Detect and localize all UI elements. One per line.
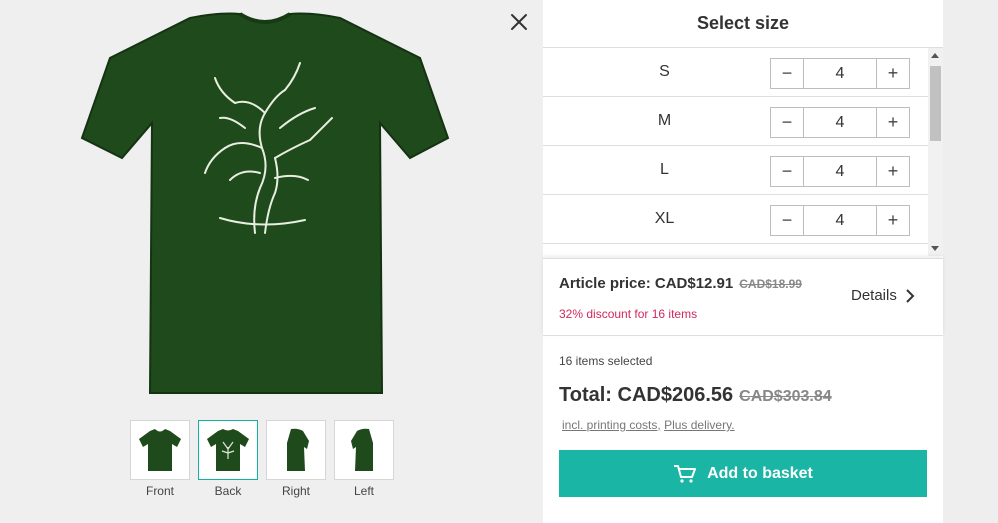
quantity-stepper: − 4 +	[770, 107, 910, 138]
thumbnail-list: Front Back Right Left	[130, 420, 394, 498]
thumbnail-left[interactable]: Left	[334, 420, 394, 498]
details-link[interactable]: Details	[851, 287, 915, 304]
decrease-button[interactable]: −	[771, 108, 803, 137]
quantity-input[interactable]: 4	[803, 157, 877, 186]
size-label: M	[657, 112, 672, 129]
thumbnail-label: Left	[353, 484, 374, 498]
product-preview: Front Back Right Left	[0, 0, 543, 523]
size-row-l: L − 4 +	[543, 146, 928, 195]
size-row-xl: XL − 4 +	[543, 195, 928, 244]
size-list: S − 4 + M − 4 + L − 4 + XL − 4 +	[543, 48, 928, 256]
thumbnail-front[interactable]: Front	[130, 420, 190, 498]
increase-button[interactable]: +	[877, 206, 909, 235]
size-row-m: M − 4 +	[543, 97, 928, 146]
article-price-value: Article price: CAD$12.91	[559, 275, 734, 292]
article-price: Article price: CAD$12.91 CAD$18.99	[559, 275, 802, 292]
quantity-input[interactable]: 4	[803, 108, 877, 137]
decrease-button[interactable]: −	[771, 59, 803, 88]
panel-title: Select size	[543, 0, 943, 48]
article-price-box: Article price: CAD$12.91 CAD$18.99 32% di…	[543, 258, 943, 336]
tshirt-side-icon	[351, 428, 373, 471]
increase-button[interactable]: +	[877, 157, 909, 186]
size-label: XL	[654, 210, 675, 227]
close-icon	[511, 14, 527, 30]
scroll-down-arrow-icon[interactable]	[931, 246, 939, 251]
quantity-stepper: − 4 +	[770, 156, 910, 187]
tshirt-side-icon	[287, 428, 309, 471]
total-price: Total: CAD$206.56 CAD$303.84	[559, 384, 832, 407]
total-old-price: CAD$303.84	[739, 388, 832, 405]
size-list-scrollbar[interactable]	[928, 48, 943, 256]
details-label: Details	[851, 287, 897, 304]
size-panel: Select size S − 4 + M − 4 + L − 4 + XL −…	[543, 0, 943, 523]
delivery-link[interactable]: Plus delivery.	[664, 418, 734, 432]
cart-icon	[674, 464, 697, 483]
quantity-stepper: − 4 +	[770, 58, 910, 89]
chevron-right-icon	[906, 288, 915, 303]
add-to-basket-label: Add to basket	[707, 464, 813, 482]
increase-button[interactable]: +	[877, 108, 909, 137]
tshirt-back-icon	[207, 429, 249, 471]
thumbnail-label: Back	[214, 484, 242, 498]
items-selected: 16 items selected	[559, 354, 653, 368]
decrease-button[interactable]: −	[771, 157, 803, 186]
thumbnail-right[interactable]: Right	[266, 420, 326, 498]
quantity-stepper: − 4 +	[770, 205, 910, 236]
price-notes: incl. printing costs, Plus delivery.	[562, 418, 735, 432]
increase-button[interactable]: +	[877, 59, 909, 88]
tshirt-front-icon	[139, 429, 181, 471]
thumbnail-label: Right	[281, 484, 310, 498]
size-label: L	[660, 161, 669, 178]
decrease-button[interactable]: −	[771, 206, 803, 235]
scroll-thumb[interactable]	[930, 66, 941, 141]
thumbnail-label: Front	[145, 484, 174, 498]
total-price-value: Total: CAD$206.56	[559, 384, 734, 406]
scroll-up-arrow-icon[interactable]	[931, 53, 939, 58]
quantity-input[interactable]: 4	[803, 59, 877, 88]
size-label: S	[659, 63, 670, 80]
printing-costs-link[interactable]: incl. printing costs,	[562, 418, 661, 432]
tshirt-back-image	[80, 12, 450, 394]
discount-text: 32% discount for 16 items	[559, 307, 698, 321]
quantity-input[interactable]: 4	[803, 206, 877, 235]
close-button[interactable]	[507, 10, 531, 34]
article-old-price: CAD$18.99	[739, 277, 802, 291]
add-to-basket-button[interactable]: Add to basket	[559, 450, 927, 497]
thumbnail-back[interactable]: Back	[198, 420, 258, 498]
size-row-s: S − 4 +	[543, 48, 928, 97]
